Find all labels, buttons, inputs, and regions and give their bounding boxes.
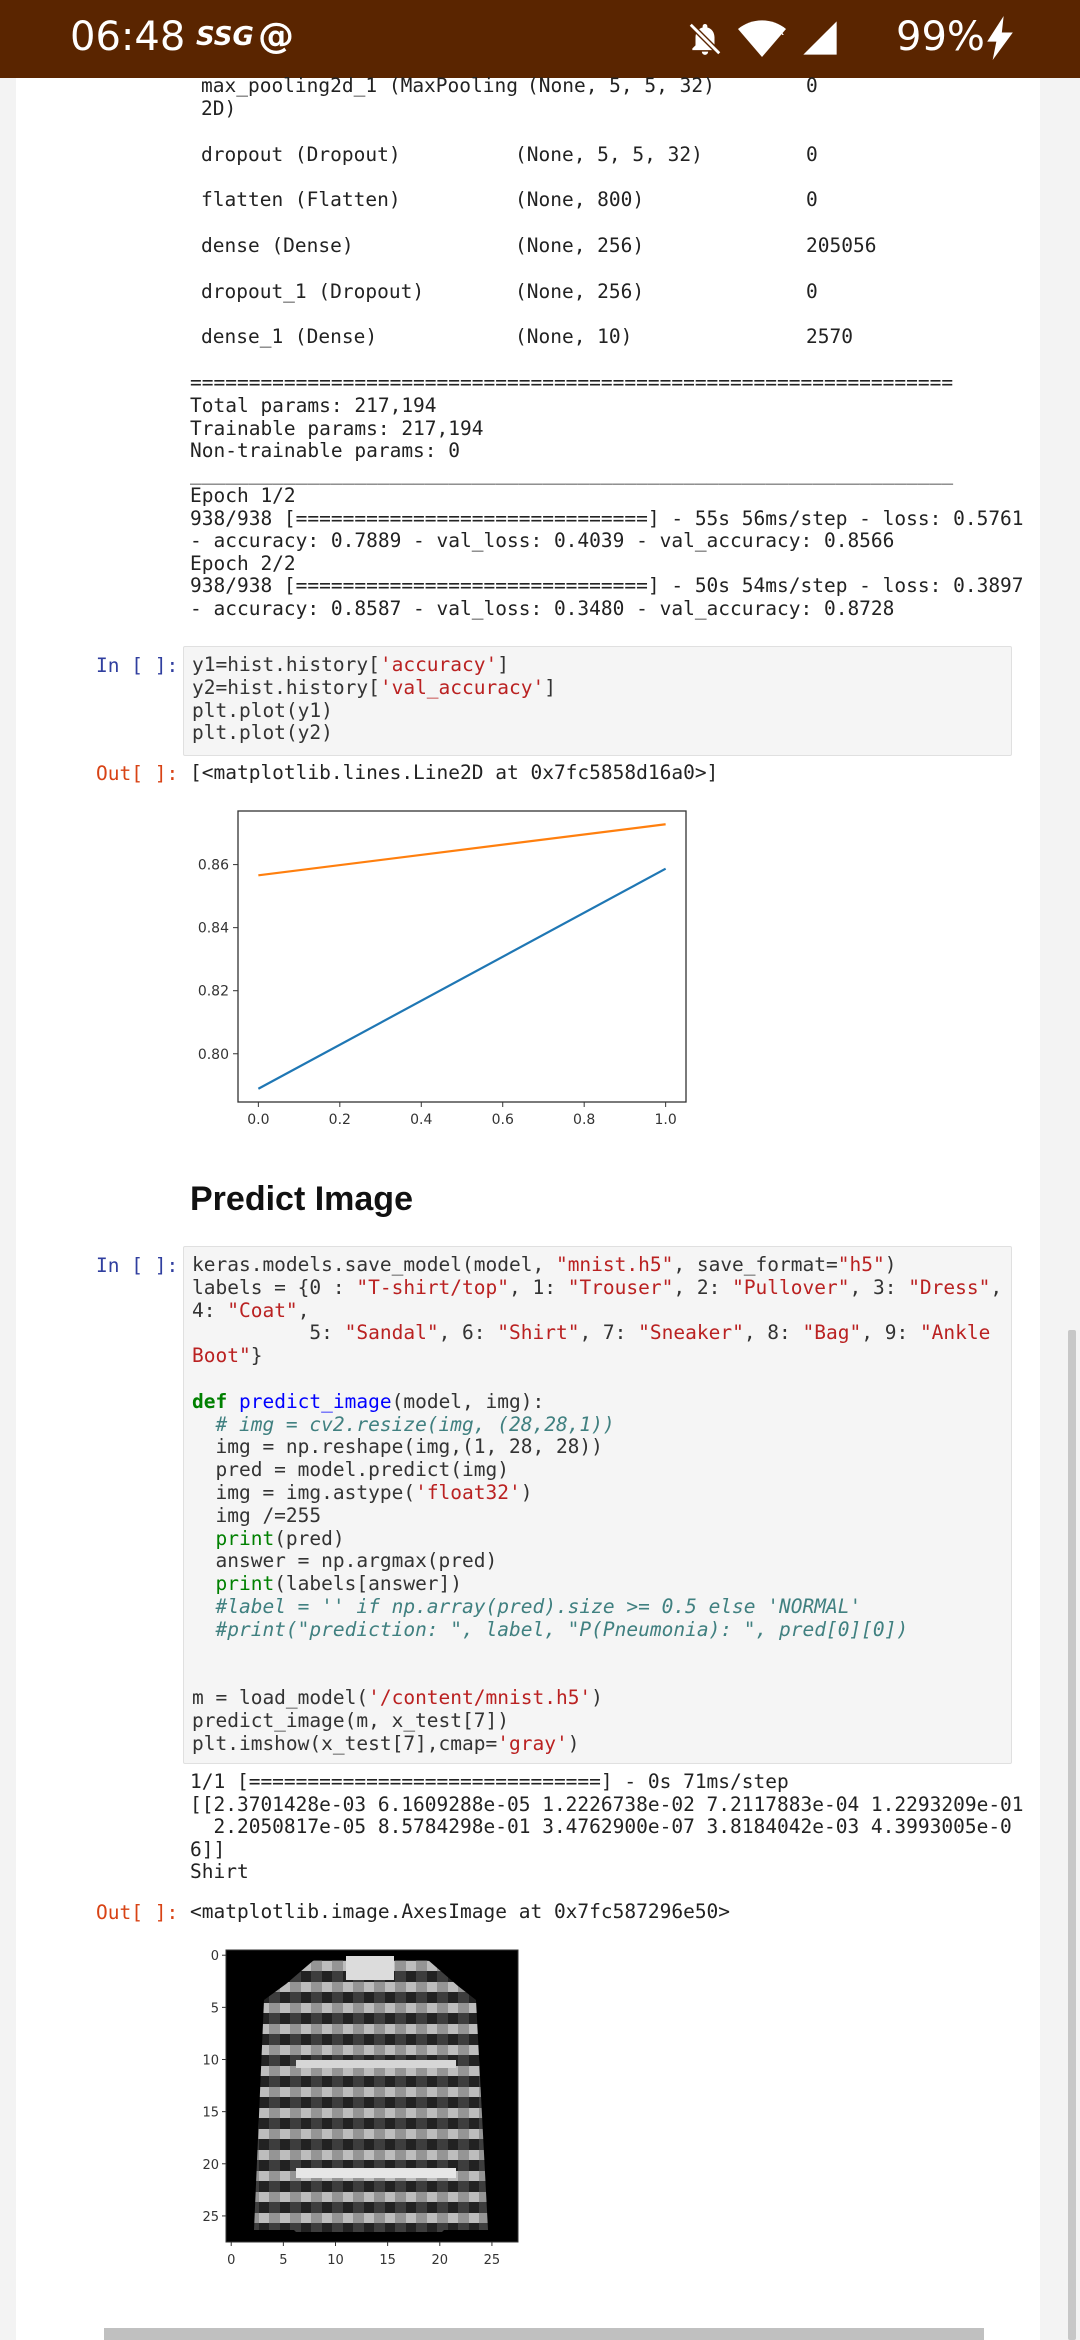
y-tick-label: 5	[211, 2001, 219, 2016]
threads-icon: @	[258, 16, 294, 57]
accuracy-line-chart: 0.80 0.82 0.84 0.86 0.0 0.2 0.4 0.6 0.8 1.0	[198, 810, 687, 1128]
layer-name: dense (Dense)	[201, 234, 354, 257]
y-tick-label: 10	[202, 2054, 219, 2069]
x-tick-label: 0.0	[247, 1112, 269, 1128]
training-log: Epoch 1/2 938/938 [=====================…	[190, 484, 1024, 620]
output-prompt: Out[ ]:	[96, 762, 179, 785]
grayscale-image	[226, 1950, 518, 2242]
x-tick-label: 15	[379, 2253, 396, 2268]
y-tick-label: 20	[202, 2158, 219, 2173]
layer-shape: (None, 256)	[515, 234, 645, 257]
summary-separator: ========================================…	[190, 371, 954, 394]
x-tick-label: 0.8	[573, 1112, 595, 1128]
shirt-image-plot: 0 5 10 15 20 25 0 5 10 15 20 25	[202, 1949, 519, 2268]
layer-params: 205056	[806, 234, 877, 257]
signal-icon	[803, 21, 837, 55]
summary-rule: ________________________________________…	[190, 462, 954, 485]
x-tick-label: 0	[227, 2253, 235, 2268]
y-tick-label: 0.80	[198, 1047, 229, 1063]
charging-icon	[987, 16, 1013, 60]
param-totals: Total params: 217,194 Trainable params: …	[190, 394, 484, 462]
wifi-icon: x	[738, 20, 786, 57]
battery-percent: 99%	[896, 14, 985, 60]
status-bar: 06:48 SSG @ x 99%	[0, 0, 1080, 78]
y-tick-label: 0.82	[198, 984, 229, 1000]
plot-output-repr: [<matplotlib.lines.Line2D at 0x7fc5858d1…	[190, 761, 719, 784]
layer-shape: (None, 10)	[515, 325, 633, 348]
layer-name-cont: 2D)	[201, 97, 237, 120]
x-tick-label: 25	[484, 2253, 501, 2268]
layer-shape: (None, 5, 5, 32)	[527, 74, 715, 97]
x-tick-label: 0.6	[492, 1112, 514, 1128]
layer-params: 0	[806, 188, 818, 211]
mute-icon	[688, 22, 722, 56]
layer-shape: (None, 256)	[515, 280, 645, 303]
input-prompt: In [ ]:	[96, 1254, 179, 1277]
layer-name: max_pooling2d_1 (MaxPooling	[201, 74, 518, 97]
clock: 06:48	[70, 14, 186, 60]
vertical-scrollbar[interactable]	[1068, 1330, 1076, 2340]
y-tick-label: 0.86	[198, 858, 229, 874]
layer-shape: (None, 5, 5, 32)	[515, 143, 703, 166]
layer-params: 0	[806, 74, 818, 97]
horizontal-scrollbar[interactable]	[104, 2328, 984, 2340]
carrier-label: SSG	[196, 22, 254, 52]
layer-name: flatten (Flatten)	[201, 188, 401, 211]
layer-params: 2570	[806, 325, 853, 348]
y-tick-label: 0	[211, 1949, 219, 1964]
x-tick-label: 20	[432, 2253, 449, 2268]
image-output-repr: <matplotlib.image.AxesImage at 0x7fc5872…	[190, 1900, 731, 1923]
code-cell-plot[interactable]: y1=hist.history['accuracy'] y2=hist.hist…	[183, 646, 1012, 756]
y-tick-label: 0.84	[198, 921, 229, 937]
layer-name: dropout (Dropout)	[201, 143, 401, 166]
y-tick-label: 25	[202, 2210, 219, 2225]
layer-name: dense_1 (Dense)	[201, 325, 378, 348]
layer-params: 0	[806, 280, 818, 303]
x-tick-label: 0.2	[329, 1112, 351, 1128]
output-prompt: Out[ ]:	[96, 1901, 179, 1924]
x-tick-label: 1.0	[655, 1112, 677, 1128]
x-tick-label: 0.4	[410, 1112, 432, 1128]
layer-name: dropout_1 (Dropout)	[201, 280, 425, 303]
x-tick-label: 10	[327, 2253, 344, 2268]
chart-axes-frame	[237, 810, 687, 1103]
x-tick-label: 5	[279, 2253, 287, 2268]
layer-shape: (None, 800)	[515, 188, 645, 211]
input-prompt: In [ ]:	[96, 654, 179, 677]
code-cell-predict[interactable]: keras.models.save_model(model, "mnist.h5…	[183, 1246, 1012, 1764]
layer-params: 0	[806, 143, 818, 166]
predict-stdout: 1/1 [==============================] - 0…	[190, 1770, 1024, 1883]
y-tick-label: 15	[202, 2106, 219, 2121]
section-heading-predict-image: Predict Image	[190, 1180, 413, 1218]
svg-text:x: x	[776, 23, 784, 39]
